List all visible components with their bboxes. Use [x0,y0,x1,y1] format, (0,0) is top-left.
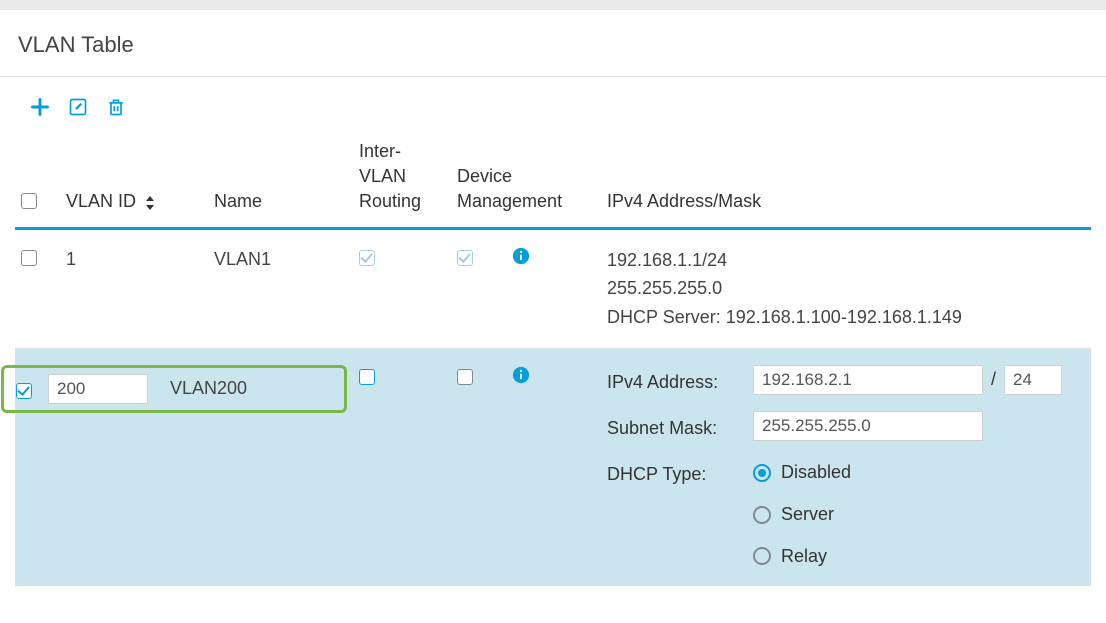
col-ipv4-label: IPv4 Address/Mask [607,191,761,211]
ipv4-line: DHCP Server: 192.168.1.100-192.168.1.149 [607,303,1085,332]
radio-label: Disabled [781,459,851,487]
col-vlan-id[interactable]: VLAN ID [60,125,208,228]
select-all-checkbox[interactable] [21,193,37,209]
mask-separator: / [991,366,996,394]
ipv4-mask-input[interactable] [1004,365,1062,395]
radio-icon[interactable] [753,464,771,482]
ipv4-edit-form: IPv4 Address: / Subnet Mask: DHCP Type: [607,365,1085,570]
info-icon[interactable] [512,365,530,383]
delete-icon[interactable] [106,97,126,117]
device-mgmt-checkbox[interactable] [457,369,473,385]
ipv4-cell: 192.168.1.1/24 255.255.255.0 DHCP Server… [601,228,1091,348]
radio-icon[interactable] [753,506,771,524]
subnet-mask-label: Subnet Mask: [607,411,747,443]
ipv4-line: 192.168.1.1/24 [607,246,1085,275]
cell-name: VLAN1 [214,249,271,269]
col-vlan-id-label: VLAN ID [66,191,136,211]
col-dm-label: Device Management [457,166,562,211]
vlan-id-input[interactable] [48,374,148,404]
subnet-mask-input[interactable] [753,411,983,441]
dhcp-type-label: DHCP Type: [607,457,747,489]
cell-name: VLAN200 [170,375,247,403]
page-title: VLAN Table [0,10,1106,77]
edit-icon[interactable] [68,97,88,117]
ipv4-address-input[interactable] [753,365,983,395]
row-checkbox[interactable] [16,383,32,399]
dhcp-radio-option[interactable]: Disabled [753,459,1085,487]
radio-icon[interactable] [753,547,771,565]
table-row: 1 VLAN1 192.168.1.1/24 255.255.255.0 DHC… [15,228,1091,348]
info-icon[interactable] [512,246,530,264]
dhcp-radio-option[interactable]: Server [753,501,1085,529]
ipv4-address-label: IPv4 Address: [607,365,747,397]
dhcp-type-group: Disabled Server Relay [753,459,1085,571]
table-row: VLAN200 IPv4 Address: [15,348,1091,586]
device-mgmt-checkbox [457,250,473,266]
add-icon[interactable] [30,97,50,117]
vlan-table: VLAN ID Name Inter- VLAN Routing Device … [15,125,1091,586]
inter-vlan-checkbox[interactable] [359,369,375,385]
inter-vlan-checkbox [359,250,375,266]
ipv4-line: 255.255.255.0 [607,274,1085,303]
col-name-label: Name [214,191,262,211]
cell-vlan-id: 1 [66,249,76,269]
radio-label: Server [781,501,834,529]
edit-highlight: VLAN200 [1,365,347,413]
sort-icon [145,196,155,210]
radio-label: Relay [781,543,827,571]
col-ivr-label: Inter- VLAN Routing [359,141,421,211]
toolbar [0,77,1106,125]
row-checkbox[interactable] [21,250,37,266]
dhcp-radio-option[interactable]: Relay [753,543,1085,571]
